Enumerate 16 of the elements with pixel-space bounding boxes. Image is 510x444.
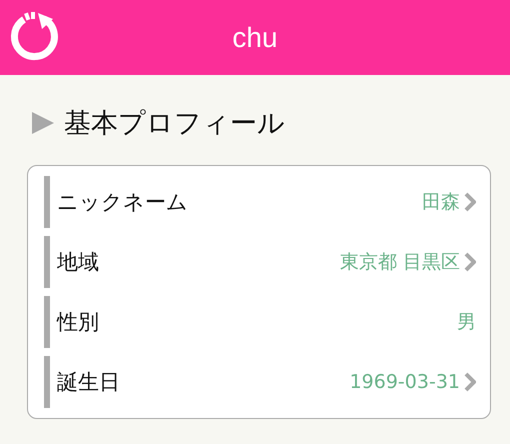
row-label: ニックネーム — [56, 189, 189, 216]
row-value: 田森 — [422, 190, 460, 215]
header-title: chu — [232, 22, 278, 54]
row-label: 地域 — [56, 249, 100, 276]
profile-row[interactable]: 性別 男 — [44, 296, 476, 348]
refresh-icon[interactable] — [8, 10, 60, 62]
row-value: 東京都 目黒区 — [340, 250, 460, 275]
section-title: 基本プロフィール — [64, 107, 285, 141]
triangle-icon — [32, 112, 54, 134]
profile-row[interactable]: 地域 東京都 目黒区 — [44, 236, 476, 288]
row-value: 男 — [457, 310, 476, 335]
row-label: 性別 — [56, 309, 100, 336]
profile-row[interactable]: ニックネーム 田森 — [44, 176, 476, 228]
row-label: 誕生日 — [56, 369, 121, 396]
profile-row[interactable]: 誕生日 1969-03-31 — [44, 356, 476, 408]
row-value: 1969-03-31 — [350, 371, 460, 393]
